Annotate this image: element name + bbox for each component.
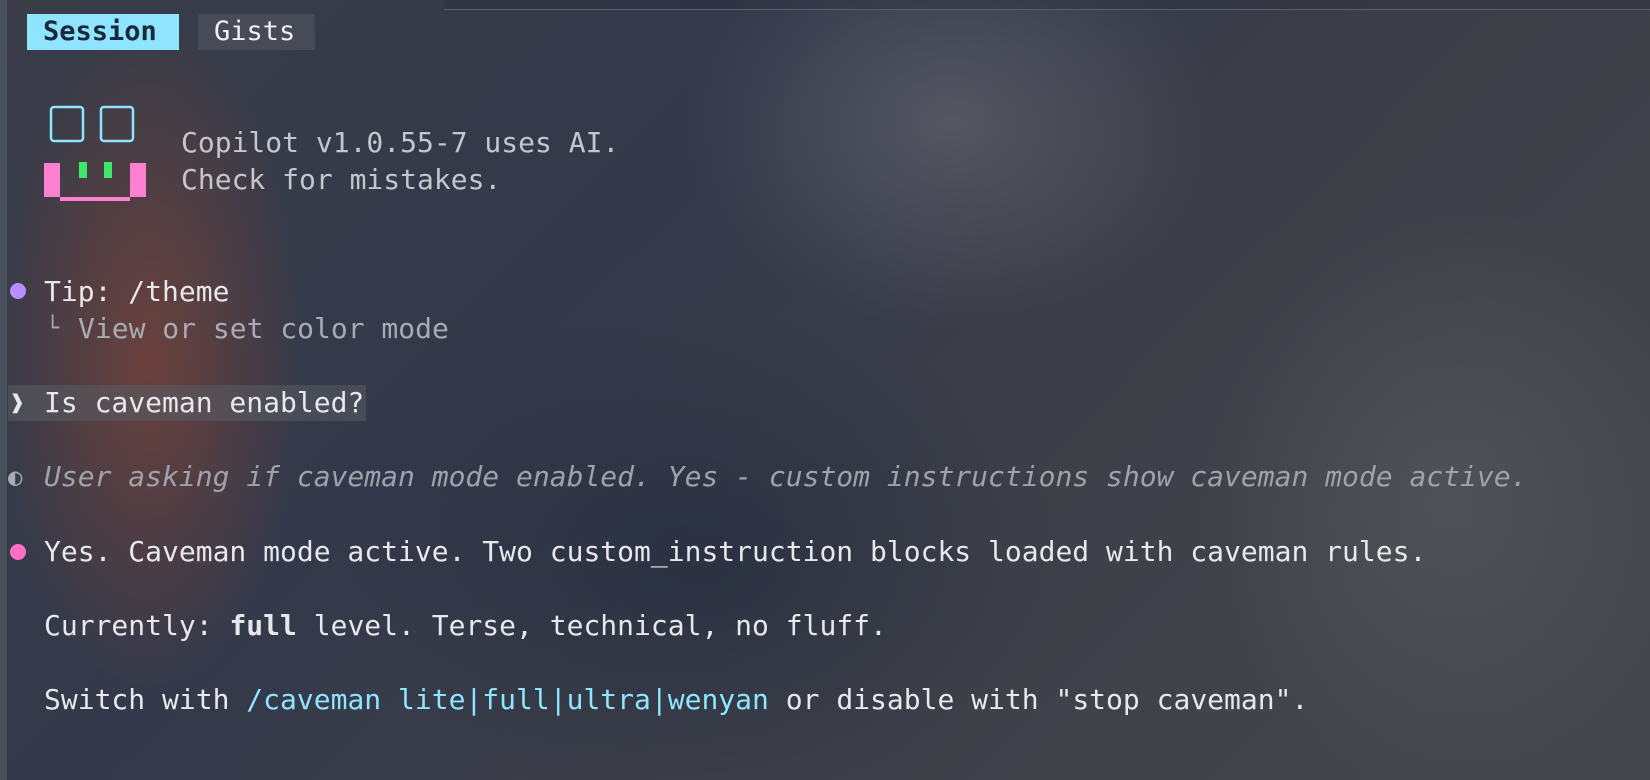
tip-corner-glyph: └ <box>46 316 60 341</box>
banner-warning-text: Check for mistakes. <box>181 163 502 196</box>
copilot-face-icon <box>44 105 146 201</box>
response-line-2-suffix: level. Terse, technical, no fluff. <box>296 609 887 642</box>
thinking-text: User asking if caveman mode enabled. Yes… <box>44 460 1528 493</box>
response-line-1: Yes. Caveman mode active. Two custom_ins… <box>44 535 1427 568</box>
tip-title: Tip: /theme <box>44 275 230 308</box>
level-value: full <box>229 609 297 642</box>
tip-dot-icon <box>10 283 26 299</box>
response-dot-icon <box>10 544 26 560</box>
response-line-2-prefix: Currently: <box>44 609 230 642</box>
prompt-chevron-icon: ❱ <box>10 389 25 417</box>
thinking-half-circle-icon: ◐ <box>8 463 23 491</box>
tab-session[interactable]: Session <box>27 14 179 50</box>
window-edge <box>0 0 7 780</box>
top-divider <box>444 0 1650 10</box>
user-prompt-text[interactable]: Is caveman enabled? <box>44 385 364 421</box>
caveman-command: /caveman lite|full|ultra|wenyan <box>246 683 769 716</box>
response-line-3-prefix: Switch with <box>44 683 247 716</box>
response-line-3-suffix: or disable with "stop caveman". <box>768 683 1309 716</box>
tip-detail: View or set color mode <box>78 312 449 345</box>
tab-gists[interactable]: Gists <box>198 14 315 50</box>
banner-version-text: Copilot v1.0.55-7 uses AI. <box>181 126 620 159</box>
response-line-3: Switch with /caveman lite|full|ultra|wen… <box>44 682 1308 718</box>
response-line-2: Currently: full level. Terse, technical,… <box>44 608 887 644</box>
